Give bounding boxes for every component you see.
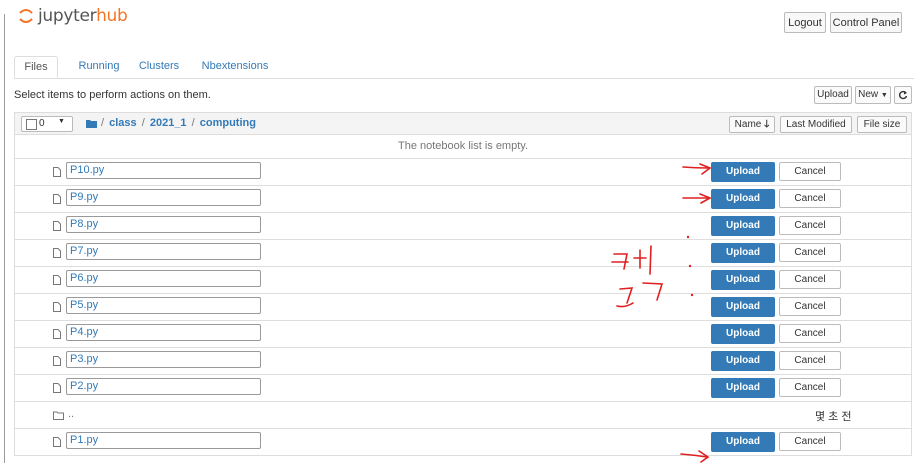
last-modified-value: 몇 초 전 (815, 411, 852, 423)
upload-filename-input[interactable]: P6.py (66, 270, 261, 287)
selected-count: 0 (39, 118, 45, 129)
new-dropdown-label: New (858, 89, 879, 100)
upload-filename-input[interactable]: P2.py (66, 378, 261, 395)
upload-button[interactable]: Upload (711, 189, 775, 209)
cancel-button[interactable]: Cancel (779, 351, 841, 370)
cancel-button[interactable]: Cancel (779, 297, 841, 316)
upload-row: P2.py Upload Cancel (14, 375, 912, 402)
upload-filename-input[interactable]: P10.py (66, 162, 261, 179)
upload-button[interactable]: Upload (711, 324, 775, 344)
new-dropdown-button[interactable]: New ▼ (855, 86, 891, 104)
upload-filename-input[interactable]: P1.py (66, 432, 261, 449)
upload-row: P1.py Upload Cancel (14, 429, 912, 456)
breadcrumb-separator: / (141, 117, 145, 129)
control-panel-button[interactable]: Control Panel (830, 12, 902, 33)
file-icon (53, 329, 61, 339)
cancel-button[interactable]: Cancel (779, 216, 841, 235)
file-icon (53, 383, 61, 393)
parent-directory-row[interactable]: .. 몇 초 전 (14, 402, 912, 429)
sort-by-modified-button[interactable]: Last Modified (780, 116, 852, 133)
file-icon (53, 275, 61, 285)
tab-nbextensions[interactable]: Nbextensions (198, 56, 272, 78)
sort-name-label: Name (734, 119, 762, 130)
upload-files-button[interactable]: Upload (814, 86, 852, 104)
upload-button[interactable]: Upload (711, 351, 775, 371)
sort-by-name-button[interactable]: Name 🡓 (729, 116, 775, 133)
upload-button[interactable]: Upload (711, 378, 775, 398)
notebook-list: 0 ▼ / class / 2021_1 / computing Name 🡓 … (14, 112, 912, 456)
logout-button[interactable]: Logout (784, 12, 826, 33)
breadcrumb: / class / 2021_1 / computing (99, 117, 256, 129)
upload-button[interactable]: Upload (711, 216, 775, 236)
sort-by-size-button[interactable]: File size (857, 116, 907, 133)
selection-instructions: Select items to perform actions on them. (14, 89, 211, 101)
folder-open-icon (53, 411, 64, 420)
cancel-button[interactable]: Cancel (779, 378, 841, 397)
window-edge (4, 14, 5, 463)
upload-row: P9.py Upload Cancel (14, 186, 912, 213)
refresh-button[interactable] (894, 86, 912, 104)
folder-icon (86, 120, 97, 128)
upload-button[interactable]: Upload (711, 297, 775, 317)
logo-text-hub: hub (96, 6, 128, 26)
file-icon (53, 248, 61, 258)
tab-clusters[interactable]: Clusters (134, 56, 184, 78)
cancel-button[interactable]: Cancel (779, 243, 841, 262)
empty-list-message: The notebook list is empty. (14, 135, 912, 159)
cancel-button[interactable]: Cancel (779, 189, 841, 208)
upload-row: P4.py Upload Cancel (14, 321, 912, 348)
upload-filename-input[interactable]: P9.py (66, 189, 261, 206)
logo-text: jupyterhub (38, 6, 128, 26)
upload-row: P6.py Upload Cancel (14, 267, 912, 294)
upload-button[interactable]: Upload (711, 432, 775, 452)
tab-running[interactable]: Running (72, 56, 126, 78)
cancel-button[interactable]: Cancel (779, 324, 841, 343)
jupyterhub-logo[interactable]: jupyterhub (18, 6, 128, 26)
breadcrumb-item-2021-1[interactable]: 2021_1 (150, 117, 187, 129)
upload-filename-input[interactable]: P5.py (66, 297, 261, 314)
upload-button[interactable]: Upload (711, 270, 775, 290)
select-all-group[interactable]: 0 ▼ (21, 116, 73, 132)
arrow-down-icon: 🡓 (764, 119, 770, 130)
refresh-icon (898, 90, 908, 100)
file-icon (53, 356, 61, 366)
upload-button[interactable]: Upload (711, 243, 775, 263)
upload-filename-input[interactable]: P8.py (66, 216, 261, 233)
upload-row: P10.py Upload Cancel (14, 159, 912, 186)
breadcrumb-root[interactable]: / (101, 117, 104, 129)
cancel-button[interactable]: Cancel (779, 432, 841, 451)
upload-button[interactable]: Upload (711, 162, 775, 182)
select-all-checkbox[interactable] (26, 119, 37, 130)
file-icon (53, 167, 61, 177)
header: jupyterhub Logout Control Panel (0, 0, 914, 34)
file-icon (53, 302, 61, 312)
breadcrumb-item-class[interactable]: class (109, 117, 137, 129)
upload-filename-input[interactable]: P7.py (66, 243, 261, 260)
jupyter-logo-icon (19, 9, 33, 23)
parent-directory-link[interactable]: .. (68, 408, 74, 420)
file-icon (53, 221, 61, 231)
list-header: 0 ▼ / class / 2021_1 / computing Name 🡓 … (14, 112, 912, 135)
logo-text-main: jupyter (38, 6, 97, 26)
cancel-button[interactable]: Cancel (779, 270, 841, 289)
upload-row: P5.py Upload Cancel (14, 294, 912, 321)
upload-row: P7.py Upload Cancel (14, 240, 912, 267)
upload-filename-input[interactable]: P4.py (66, 324, 261, 341)
file-icon (53, 194, 61, 204)
cancel-button[interactable]: Cancel (779, 162, 841, 181)
tab-bar: Files Running Clusters Nbextensions (14, 56, 914, 79)
file-icon (53, 437, 61, 447)
selection-caret-icon[interactable]: ▼ (58, 118, 65, 125)
upload-filename-input[interactable]: P3.py (66, 351, 261, 368)
tab-files[interactable]: Files (14, 56, 58, 78)
upload-row: P8.py Upload Cancel (14, 213, 912, 240)
breadcrumb-item-computing[interactable]: computing (200, 117, 256, 129)
caret-down-icon: ▼ (880, 92, 888, 99)
upload-row: P3.py Upload Cancel (14, 348, 912, 375)
breadcrumb-separator: / (191, 117, 195, 129)
